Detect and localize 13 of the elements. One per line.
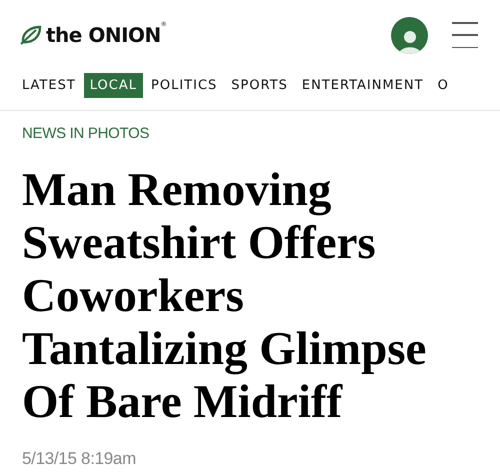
nav-tab[interactable]: POLITICS [145,72,224,98]
publish-date: 5/13/15 8:19am [22,449,137,469]
headline: Man Removing Sweatshirt Offers Coworkers Tantalizing Glimpse Of Bare Midriff [22,164,428,429]
nav-tab[interactable]: ENTERTAINMENT [296,72,430,98]
nav-tab[interactable]: LATEST [16,72,82,98]
menu-icon[interactable] [452,22,478,48]
leaf-icon [20,25,42,45]
account-button[interactable] [391,16,428,54]
section-kicker[interactable]: NEWS IN PHOTOS [22,125,478,142]
nav-tab[interactable]: LOCAL [84,72,144,98]
nav-tab[interactable]: O [432,72,455,98]
nav-tab[interactable]: SPORTS [225,72,294,98]
logo-text[interactable]: the ONION$^{®}$ [46,23,166,47]
